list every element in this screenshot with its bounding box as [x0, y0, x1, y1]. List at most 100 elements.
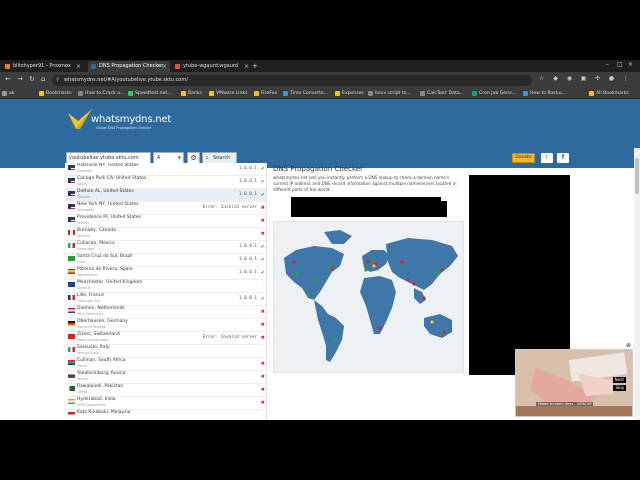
bookmark-item[interactable]: Cron Job Gene... — [472, 89, 516, 98]
profile-avatar-icon[interactable]: ● — [608, 75, 615, 82]
result-row[interactable]: Diemen, Netherlands Tele2 Nederland ✖ — [65, 306, 266, 319]
close-tab-icon[interactable]: × — [244, 61, 249, 72]
video-skip-button[interactable]: Skip — [613, 385, 626, 391]
result-row[interactable]: Sassuolo, Italy Telecom Italia – — [65, 345, 266, 358]
url-text: whatsmydns.net/#A/youtubelive.ytube.sktu… — [64, 77, 188, 83]
maximize-icon[interactable]: □ — [617, 61, 623, 68]
result-provider: Telecom Italia — [77, 351, 99, 355]
result-row[interactable]: Holtsville NY, United States OpenDNS 1.0.0… — [65, 163, 266, 176]
facebook-icon[interactable]: f — [557, 153, 569, 163]
minimize-icon[interactable]: – — [606, 61, 609, 68]
tab-wgaurd[interactable]: ytube-wgaurd.wgaurd × — [172, 61, 252, 72]
site-info-icon[interactable]: ⚲ — [56, 75, 60, 86]
result-row[interactable]: Canoga Park CA, United States Sprint 1.0.0… — [65, 176, 266, 189]
country-flag-icon — [68, 269, 75, 274]
reload-icon[interactable]: ↻ — [29, 75, 35, 83]
result-provider: CMPak — [77, 390, 88, 394]
status-bad-icon: ✖ — [260, 205, 265, 211]
bookmark-folder[interactable]: Bookmarks — [39, 89, 72, 98]
result-row[interactable]: Oberhausen, Germany Deutsche Telekom ✖ — [65, 319, 266, 332]
result-row[interactable]: Paterna de Rivera, Spain Servihosting 1.0.… — [65, 267, 266, 280]
close-window-icon[interactable]: × — [628, 61, 633, 68]
forward-icon[interactable]: → — [17, 75, 23, 83]
result-row[interactable]: Kota Kinabalu, Malaysia – — [65, 410, 266, 420]
bookmark-item[interactable]: ak — [2, 89, 14, 98]
banner-ad[interactable] — [291, 197, 447, 217]
result-row[interactable]: Cullinan, South Africa Liquid ✖ — [65, 358, 266, 371]
result-row[interactable]: Lille, France Completel SAS 1.0.0.1 ✔ — [65, 293, 266, 306]
result-row[interactable]: Dothan AL, United States Comodo 1.0.0.1 ✔ — [65, 189, 266, 202]
result-ip: Error: Invalid server — [202, 205, 257, 210]
page-scrollbar[interactable] — [634, 148, 640, 420]
sidebar-ad[interactable] — [469, 175, 570, 375]
result-row[interactable]: Providence RI, United States Verizon ✖ — [65, 215, 266, 228]
status-bad-icon: ✖ — [260, 387, 265, 393]
bookmark-folder[interactable]: FireFox — [254, 89, 277, 98]
donate-button[interactable]: Donate — [512, 153, 535, 163]
result-provider: OpenDNS — [77, 169, 93, 173]
scrollbar-thumb[interactable] — [635, 158, 639, 194]
bookmark-item[interactable]: Time Converte... — [283, 89, 328, 98]
result-provider: Airnet It — [77, 286, 90, 290]
ad-choices-icon[interactable]: ▷ — [441, 197, 447, 201]
bookmark-label: Cron Job Gene... — [479, 91, 517, 96]
world-map — [273, 221, 464, 373]
bookmark-label: How to Crack a... — [85, 91, 125, 96]
extension-icon[interactable]: ▣ — [580, 75, 587, 82]
map-marker-ok — [332, 338, 336, 342]
extensions-puzzle-icon[interactable]: ✣ — [594, 75, 601, 82]
twitter-icon[interactable]: t — [541, 153, 553, 163]
result-provider: Skynet — [77, 377, 88, 381]
result-provider: Claro — [77, 260, 86, 264]
result-provider: Megacable — [77, 247, 95, 251]
star-icon[interactable]: ☆ — [538, 75, 545, 82]
result-row[interactable]: Zizers, Switzerland Oskar Emmenegger Error… — [65, 332, 266, 345]
extension-icon[interactable]: ◆ — [552, 75, 559, 82]
video-next-button[interactable]: Next — [612, 377, 626, 383]
bookmark-folder[interactable]: Expenses — [335, 89, 364, 98]
video-ad-frame — [516, 350, 632, 416]
close-tab-icon[interactable]: × — [76, 61, 81, 72]
result-row[interactable]: Manchester, United Kingdom Airnet It – — [65, 280, 266, 293]
home-icon[interactable]: ⌂ — [41, 75, 45, 83]
site-logo-text[interactable]: whatsmydns.net — [91, 114, 171, 125]
north-america-shape — [284, 246, 344, 300]
result-ip: Error: Invalid server — [202, 335, 257, 340]
video-ad[interactable]: Next Skip Home to early days - SIGN UP — [515, 349, 633, 417]
result-row[interactable]: Yekaterinburg, Russia Skynet ✖ — [65, 371, 266, 384]
result-ip: 1.0.0.1 — [238, 244, 257, 249]
tab-proxmox[interactable]: blitzhyper91 - Proxmox × — [2, 61, 84, 72]
folder-icon — [335, 91, 340, 96]
new-tab-icon[interactable]: + — [252, 61, 258, 71]
all-bookmarks-folder[interactable]: All Bookmarks — [589, 89, 629, 98]
result-row[interactable]: New York NY, United States Speakeasy Error… — [65, 202, 266, 215]
close-tab-icon[interactable]: × — [162, 61, 167, 72]
greenland-shape — [324, 230, 352, 244]
result-row[interactable]: Hyderabad, India CFSS Datacenters ✖ — [65, 397, 266, 410]
bookmark-folder[interactable]: Banks — [181, 89, 202, 98]
tab-dns-checker[interactable]: DNS Propagation Checker × — [88, 61, 170, 72]
bookmark-item[interactable]: linux script to... — [368, 89, 411, 98]
bookmark-item[interactable]: Speedtest.net... — [128, 89, 172, 98]
menu-kebab-icon[interactable]: ⋮ — [622, 75, 629, 82]
southeast-asia-shape — [414, 288, 426, 304]
result-row[interactable]: Burnaby, Canada Fortinet ✖ — [65, 228, 266, 241]
bookmark-folder[interactable]: VMware Links — [209, 89, 248, 98]
bookmark-item[interactable]: How to Backu... — [523, 89, 566, 98]
chevron-down-icon: ▼ — [177, 155, 181, 160]
map-marker-ok — [370, 258, 374, 262]
result-row[interactable]: Rawalpindi, Pakistan CMPak ✖ — [65, 384, 266, 397]
address-bar[interactable]: ⚲ whatsmydns.net/#A/youtubelive.ytube.sk… — [52, 75, 532, 86]
result-row[interactable]: Santa Cruz do Sul, Brazil Claro 1.0.0.1 ✔ — [65, 254, 266, 267]
map-marker-ok — [316, 278, 320, 282]
result-row[interactable]: Culiacan, Mexico Megacable 1.0.0.1 ✔ — [65, 241, 266, 254]
back-icon[interactable]: ← — [5, 75, 11, 83]
whatsmydns-logo-icon[interactable] — [66, 107, 94, 131]
extension-icon[interactable]: ◉ — [566, 75, 573, 82]
bookmark-item[interactable]: How to Crack a... — [78, 89, 124, 98]
video-ad-close-icon[interactable]: ⊗ — [625, 342, 632, 349]
page-title: DNS Propagation Checker — [273, 165, 363, 173]
bookmark-item[interactable]: CalcTool: Data... — [420, 89, 464, 98]
bookmark-label: linux script to... — [375, 91, 411, 96]
status-ok-icon: ✔ — [260, 270, 265, 276]
